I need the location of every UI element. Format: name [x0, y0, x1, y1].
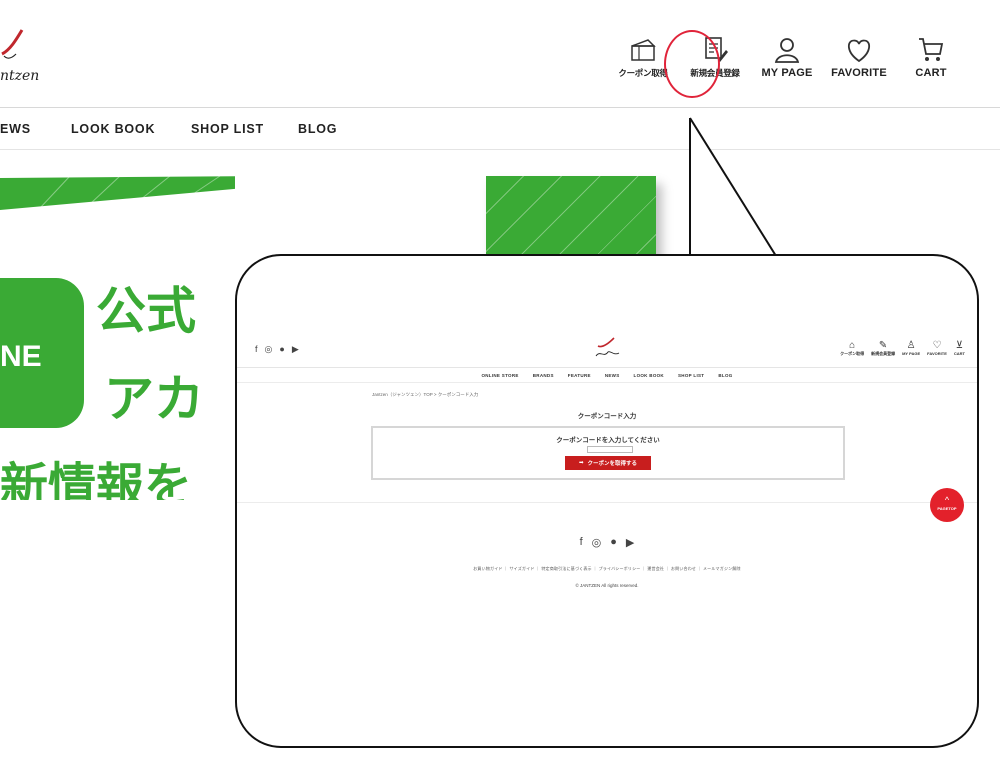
footer-youtube-icon[interactable]: ▶ [626, 536, 634, 549]
logo-text: ntzen [0, 68, 39, 84]
footer-line-icon[interactable]: ● [610, 536, 617, 549]
preview-register-link[interactable]: ✎ 新規会員登録 [871, 340, 895, 357]
line-icon[interactable]: ● [279, 344, 284, 354]
favorite-link[interactable]: FAVORITE [830, 36, 888, 79]
brand-logo[interactable]: ntzen [0, 20, 40, 90]
line-badge-text: NE [0, 340, 42, 373]
cart-label: CART [915, 67, 947, 79]
preview-mypage-label: MY PAGE [902, 351, 921, 356]
preview-nav-shoplist[interactable]: SHOP LIST [678, 369, 704, 382]
coupon-page-preview: f ◎ ● ▶ ⌂ クーポン取得 ✎ 新規会員登録 ♙ MY PAGE ♡ FAVORI… [237, 256, 977, 746]
line-banner[interactable]: NE 公式 アカ 新情報を [0, 150, 235, 500]
youtube-icon[interactable]: ▶ [292, 344, 299, 354]
facebook-icon[interactable]: f [255, 344, 258, 354]
banner-line3: 新情報を [0, 458, 192, 500]
favorite-label: FAVORITE [831, 67, 887, 79]
nav-item-lookbook[interactable]: LOOK BOOK [71, 122, 155, 136]
heart-icon [848, 39, 870, 63]
nav-item-shoplist[interactable]: SHOP LIST [191, 122, 264, 136]
coupon-highlight-circle [664, 30, 720, 98]
nav-item-blog[interactable]: BLOG [298, 122, 337, 136]
coupon-icon: ⌂ [849, 340, 856, 351]
cart-icon: ⊻ [955, 340, 964, 351]
preview-coupon-link[interactable]: ⌂ クーポン取得 [840, 340, 864, 357]
site-header: ntzen クーポン取得 新規会員登録 MY PAGE FAVORITE CAR… [0, 0, 1000, 108]
arrow-right-icon: ➡ [578, 460, 584, 466]
coupon-form: クーポンコードを入力してください ➡ クーポンを取得する [371, 426, 845, 480]
preview-register-label: 新規会員登録 [871, 351, 896, 356]
chevron-up-icon: ^ [944, 495, 950, 505]
mypage-label: MY PAGE [761, 67, 813, 79]
nav-item-news[interactable]: EWS [0, 122, 31, 136]
callout-bubble: f ◎ ● ▶ ⌂ クーポン取得 ✎ 新規会員登録 ♙ MY PAGE ♡ FAVORI… [235, 254, 979, 748]
page-title: クーポンコード入力 [577, 413, 637, 420]
preview-favorite-link[interactable]: ♡ FAVORITE [927, 340, 947, 357]
preview-nav: ONLINE STORE BRANDS FEATURE NEWS LOOK BO… [237, 369, 977, 383]
coupon-link[interactable]: クーポン取得 [614, 36, 672, 79]
heart-icon: ♡ [932, 340, 942, 351]
pagetop-label: PAGETOP [937, 506, 957, 511]
preview-brand-logo[interactable] [592, 336, 622, 360]
preview-favorite-label: FAVORITE [927, 351, 947, 356]
copyright: © JANTZEN All rights reserved. [575, 583, 639, 588]
preview-cart-label: CART [953, 351, 965, 356]
footer-links[interactable]: お買い物ガイド ｜ サイズガイド ｜ 特定商取引法に基づく表示 ｜ プライバシー… [237, 566, 977, 572]
pagetop-button[interactable]: ^ PAGETOP [930, 488, 964, 522]
coupon-prompt: クーポンコードを入力してください [556, 437, 660, 444]
breadcrumb[interactable]: Jantzen（ジャンツェン）TOP > クーポンコード入力 [372, 392, 478, 398]
preview-nav-lookbook[interactable]: LOOK BOOK [634, 369, 664, 382]
user-icon: ♙ [906, 340, 916, 351]
preview-nav-news[interactable]: NEWS [605, 369, 620, 382]
preview-coupon-label: クーポン取得 [840, 351, 865, 356]
preview-social-icons: f ◎ ● ▶ [255, 344, 299, 354]
instagram-icon[interactable]: ◎ [265, 344, 273, 354]
coupon-icon [631, 39, 656, 61]
banner-graphic: NE 公式 アカ 新情報を [0, 175, 235, 500]
banner-line2: アカ [104, 370, 204, 428]
register-icon: ✎ [878, 340, 888, 351]
preview-header-icons: ⌂ クーポン取得 ✎ 新規会員登録 ♙ MY PAGE ♡ FAVORITE ⊻ CART [840, 340, 965, 357]
footer-instagram-icon[interactable]: ◎ [592, 536, 602, 549]
mypage-link[interactable]: MY PAGE [758, 36, 816, 79]
preview-cart-link[interactable]: ⊻ CART [954, 340, 965, 357]
preview-nav-blog[interactable]: BLOG [718, 369, 732, 382]
cart-link[interactable]: CART [902, 36, 960, 79]
global-nav: EWS LOOK BOOK SHOP LIST BLOG [0, 108, 1000, 150]
preview-nav-online-store[interactable]: ONLINE STORE [481, 369, 518, 382]
cart-icon [919, 38, 944, 61]
footer-divider [237, 502, 977, 503]
preview-nav-feature[interactable]: FEATURE [568, 369, 591, 382]
footer-social-icons: f ◎ ● ▶ [237, 536, 977, 549]
coupon-code-input[interactable] [587, 446, 633, 453]
banner-line1: 公式 [96, 282, 196, 340]
preview-nav-brands[interactable]: BRANDS [533, 369, 554, 382]
coupon-label: クーポン取得 [618, 68, 668, 78]
user-icon [774, 38, 800, 63]
get-coupon-label: クーポンを取得する [587, 461, 638, 467]
preview-mypage-link[interactable]: ♙ MY PAGE [902, 340, 920, 357]
footer-facebook-icon[interactable]: f [580, 536, 583, 549]
get-coupon-button[interactable]: ➡ クーポンを取得する [565, 456, 651, 470]
